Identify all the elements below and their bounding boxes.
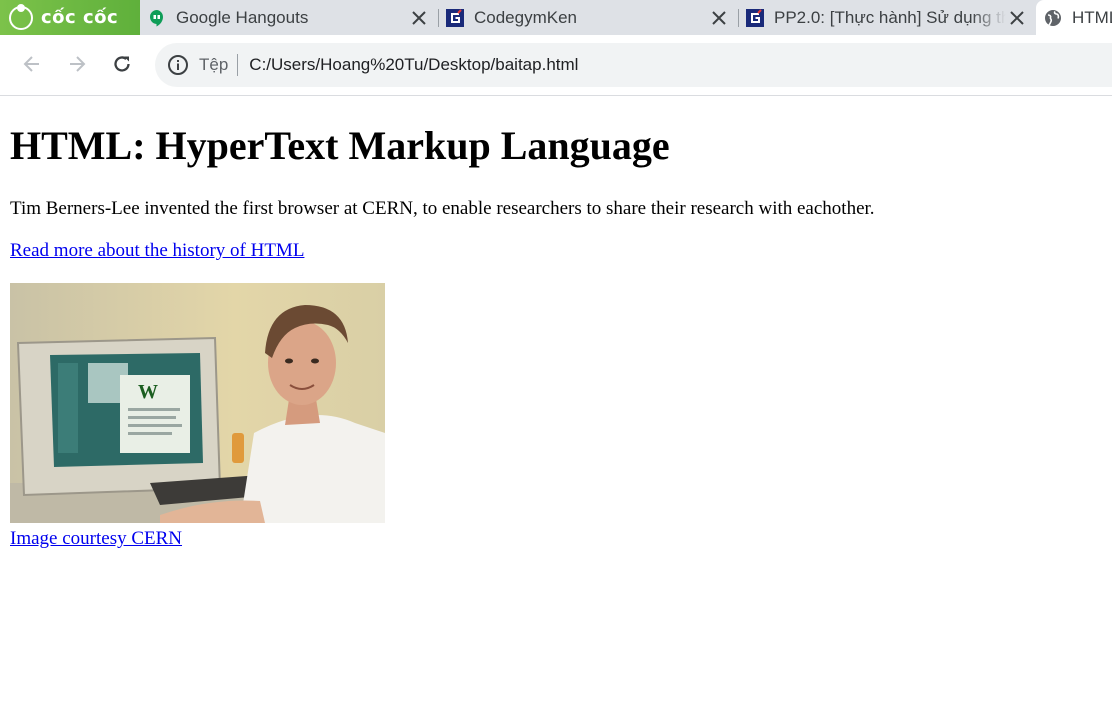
tab-title: PP2.0: [Thực hành] Sử dụng th — [774, 7, 1006, 27]
forward-arrow-icon — [70, 56, 86, 72]
tab-strip: cốc cốc Google Hangouts CodegymKen PP2.0… — [0, 0, 1112, 35]
brand-name: cốc cốc — [41, 7, 119, 28]
globe-icon — [1044, 9, 1062, 27]
tab-codegymken[interactable]: CodegymKen — [438, 0, 738, 35]
browser-brand[interactable]: cốc cốc — [0, 0, 140, 35]
scheme-label: Tệp — [199, 55, 229, 74]
tim-berners-lee-photo: W — [10, 283, 385, 523]
back-arrow-icon — [23, 56, 39, 72]
tab-pp20-thuc-hanh[interactable]: PP2.0: [Thực hành] Sử dụng th — [738, 0, 1036, 35]
address-bar[interactable]: Tệp C:/Users/Hoang%20Tu/Desktop/baitap.h… — [155, 43, 1112, 87]
hangouts-icon — [148, 9, 166, 27]
browser-toolbar: Tệp C:/Users/Hoang%20Tu/Desktop/baitap.h… — [0, 35, 1112, 96]
web-page: HTML: HyperText Markup Language Tim Bern… — [0, 96, 1112, 712]
close-icon[interactable] — [408, 7, 430, 29]
url-text[interactable]: C:/Users/Hoang%20Tu/Desktop/baitap.html — [249, 55, 578, 75]
tab-html-active[interactable]: HTML — [1036, 0, 1112, 35]
image-credit-link[interactable]: Image courtesy CERN — [10, 528, 182, 550]
close-icon[interactable] — [708, 7, 730, 29]
tab-google-hangouts[interactable]: Google Hangouts — [140, 0, 438, 35]
page-heading: HTML: HyperText Markup Language — [10, 123, 670, 168]
tab-title: HTML — [1072, 7, 1112, 27]
codegym-icon — [446, 8, 464, 27]
coccoc-logo-icon — [9, 3, 33, 30]
intro-paragraph: Tim Berners-Lee invented the first brows… — [10, 198, 875, 219]
tab-title: CodegymKen — [474, 7, 578, 27]
info-icon[interactable] — [167, 54, 189, 76]
codegym-icon — [746, 8, 764, 27]
address-separator — [237, 54, 239, 76]
reload-icon — [114, 56, 130, 72]
history-link[interactable]: Read more about the history of HTML — [10, 240, 304, 262]
tab-title: Google Hangouts — [176, 7, 309, 27]
close-icon[interactable] — [1006, 7, 1028, 29]
reload-button[interactable] — [107, 49, 137, 79]
forward-button[interactable] — [62, 49, 92, 79]
svg-text:W: W — [138, 381, 158, 403]
back-button[interactable] — [17, 49, 47, 79]
